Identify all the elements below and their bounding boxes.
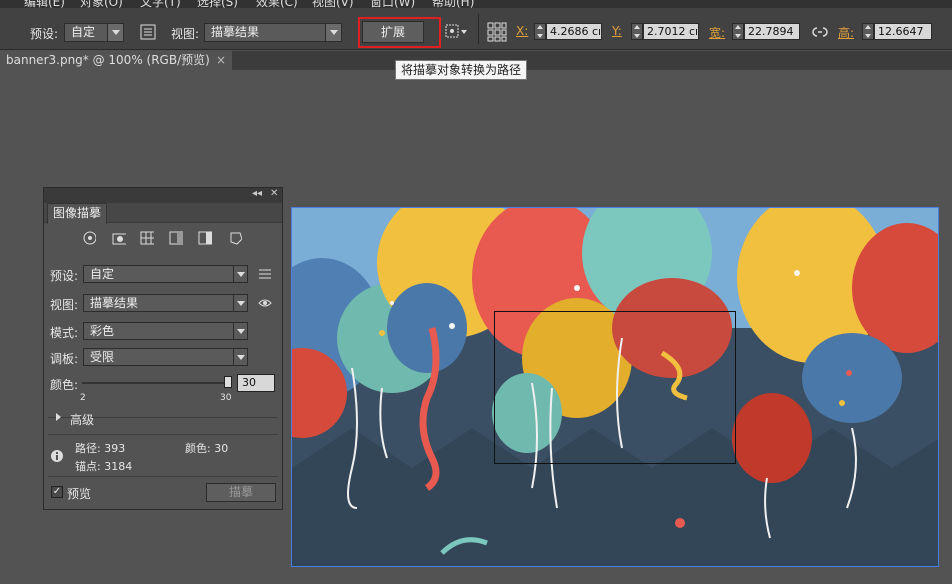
x-field[interactable]: 4.2686 cı [546,23,602,40]
y-field[interactable]: 2.7012 cı [643,23,699,40]
menu-type[interactable]: 文字(T) [140,0,181,8]
mode-select[interactable]: 彩色 [83,322,248,340]
menu-window[interactable]: 窗口(W) [370,0,415,8]
palette-label: 调板: [50,352,79,366]
image-trace-panel: ◂◂ ✕ 图像描摹 预设: 自定 视图: 描摹结果 模式: 彩色 调板: 受限 … [43,187,283,510]
colors-label: 颜色: [50,378,79,392]
preview-checkbox[interactable]: ✓ [51,486,63,498]
trace-button[interactable]: 描摹 [206,483,276,502]
camera-icon[interactable] [112,231,126,245]
reference-point-icon[interactable] [487,22,507,42]
grayscale-icon[interactable] [169,231,183,245]
collapse-icon[interactable]: ◂◂ [252,188,262,199]
width-spinner[interactable] [732,23,744,40]
grid-icon[interactable] [140,231,154,245]
paths-stat: 路径: 393 [75,442,126,455]
preset-label: 预设: [30,27,59,41]
menu-bar: 编辑(E) 对象(O) 文字(T) 选择(S) 效果(C) 视图(V) 窗口(W… [0,0,952,8]
close-icon[interactable]: ✕ [270,188,278,199]
y-label: Y: [612,24,622,38]
highlight-box [358,17,441,48]
panel-tabs: 图像描摹 [44,203,282,224]
colors-field[interactable]: 30 [237,374,275,392]
divider [48,434,278,435]
expand-triangle-icon[interactable] [56,413,61,421]
colors-stat: 颜色: 30 [185,442,229,455]
view-label: 视图: [50,298,79,312]
black-white-icon[interactable] [198,231,212,245]
preset-select[interactable]: 自定 [64,23,124,42]
menu-effect[interactable]: 效果(C) [256,0,298,8]
mode-label: 模式: [50,326,79,340]
x-spinner[interactable] [534,23,546,40]
slider-min-label: 2 [80,393,86,403]
selection-rectangle [494,311,736,464]
slider-max-label: 30 [220,393,232,403]
panel-view-select[interactable]: 描摹结果 [83,294,248,312]
tooltip: 将描摹对象转换为路径 [395,60,528,80]
list-icon[interactable] [140,24,156,40]
menu-select[interactable]: 选择(S) [197,0,238,8]
colors-slider-thumb[interactable] [224,376,232,388]
link-icon[interactable] [812,24,828,40]
height-field[interactable]: 12.6647 [874,23,932,40]
document-tab-title: banner3.png* @ 100% (RGB/预览) [6,53,210,67]
view-label: 视图: [171,27,200,41]
auto-color-icon[interactable] [82,231,96,245]
menu-help[interactable]: 帮助(H) [432,0,474,8]
palette-select[interactable]: 受限 [83,348,248,366]
outline-icon[interactable] [228,231,242,245]
y-spinner[interactable] [631,23,643,40]
height-label: 高: [838,26,855,40]
menu-view[interactable]: 视图(V) [312,0,354,8]
anchors-stat: 锚点: 3184 [75,460,133,473]
panel-preset-select[interactable]: 自定 [83,265,248,283]
tab-image-trace[interactable]: 图像描摹 [47,203,108,224]
colors-slider-track[interactable] [82,382,228,384]
preset-label: 预设: [50,269,79,283]
info-icon [51,450,63,462]
close-icon[interactable]: × [216,51,226,69]
menu-edit[interactable]: 编辑(E) [24,0,65,8]
height-spinner[interactable] [862,23,874,40]
view-select[interactable]: 描摹结果 [204,23,342,42]
advanced-label[interactable]: 高级 [70,411,94,428]
width-field[interactable]: 22.7894 [744,23,800,40]
transform-origin-icon[interactable] [445,24,469,40]
list-icon[interactable] [258,268,272,280]
control-bar: 预设: 自定 视图: 描摹结果 扩展 X: 4.2686 cı Y: 2.701… [0,8,952,50]
divider [48,476,278,477]
panel-header: ◂◂ ✕ [44,188,282,203]
eye-icon[interactable] [258,298,272,308]
x-label: X: [516,24,529,38]
document-tab[interactable]: banner3.png* @ 100% (RGB/预览) × [0,51,232,70]
menu-object[interactable]: 对象(O) [80,0,123,8]
width-label: 宽: [709,26,726,40]
preview-label: 预览 [67,487,92,501]
